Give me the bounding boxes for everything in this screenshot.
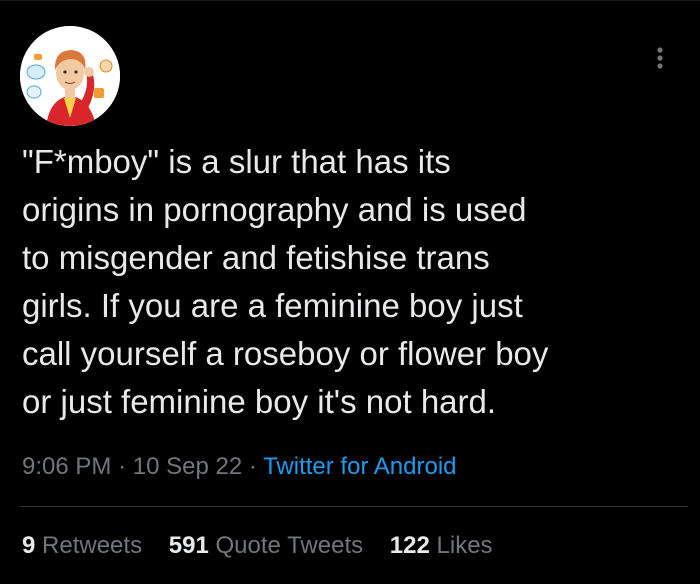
tweet-source-link[interactable]: Twitter for Android <box>263 453 456 480</box>
tweet-date[interactable]: 10 Sep 22 <box>133 453 242 480</box>
top-divider <box>0 0 700 1</box>
meta-separator: · <box>248 453 257 480</box>
avatar[interactable] <box>20 26 120 126</box>
tweet-stats: 9 Retweets 591 Quote Tweets 122 Likes <box>22 531 513 561</box>
avatar-illustration-icon <box>20 26 120 126</box>
stats-divider <box>20 506 688 507</box>
meta-separator: · <box>118 453 127 480</box>
quote-tweets-stat[interactable]: 591 Quote Tweets <box>169 531 363 561</box>
tweet-metadata: 9:06 PM · 10 Sep 22 · Twitter for Androi… <box>22 452 457 482</box>
quote-tweets-count: 591 <box>168 532 209 559</box>
quote-tweets-label: Quote Tweets <box>215 532 364 559</box>
likes-label: Likes <box>436 532 493 559</box>
retweets-stat[interactable]: 9 Retweets <box>22 531 142 561</box>
retweets-count: 9 <box>22 532 36 559</box>
likes-count: 122 <box>389 532 430 559</box>
more-options-button[interactable] <box>652 40 668 76</box>
likes-stat[interactable]: 122 Likes <box>390 531 493 561</box>
tweet-detail: "F*mboy" is a slur that has its origins … <box>0 0 700 584</box>
retweets-label: Retweets <box>42 532 143 559</box>
more-vertical-icon <box>657 47 663 69</box>
tweet-time[interactable]: 9:06 PM <box>22 453 111 480</box>
tweet-text: "F*mboy" is a slur that has its origins … <box>22 143 549 420</box>
